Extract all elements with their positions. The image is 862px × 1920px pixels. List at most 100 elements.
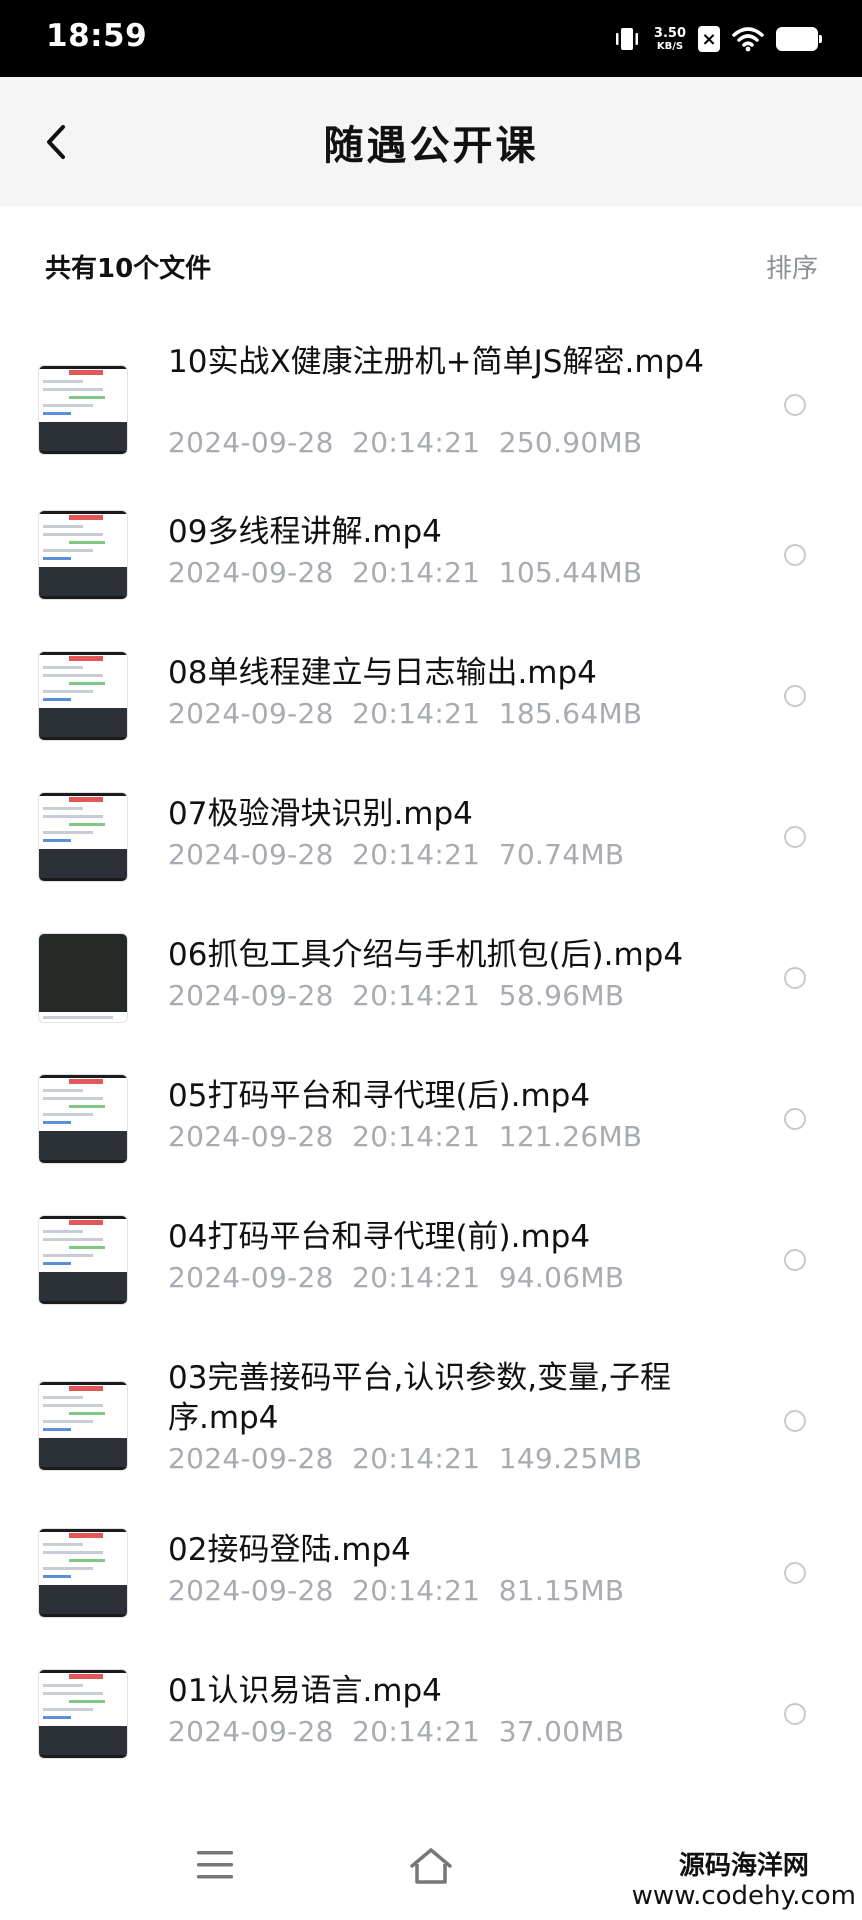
file-meta: 2024-09-28 20:14:21 121.26MB <box>168 1120 642 1153</box>
file-meta: 2024-09-28 20:14:21 94.06MB <box>168 1261 624 1294</box>
file-size: 37.00MB <box>498 1715 625 1748</box>
file-time: 20:14:21 <box>352 1442 481 1475</box>
file-name: 06抓包工具介绍与手机抓包(后).mp4 <box>168 937 684 973</box>
video-thumbnail <box>38 1669 128 1759</box>
file-meta: 2024-09-28 20:14:21 37.00MB <box>168 1715 624 1748</box>
file-name: 07极验滑块识别.mp4 <box>168 796 473 832</box>
file-item[interactable]: 07极验滑块识别.mp4 2024-09-28 20:14:21 70.74MB <box>0 792 862 882</box>
video-thumbnail <box>38 365 128 455</box>
file-date: 2024-09-28 <box>168 697 334 730</box>
watermark-line2: www.codehy.com <box>631 1880 856 1911</box>
file-name: 05打码平台和寻代理(后).mp4 <box>168 1078 591 1114</box>
file-time: 20:14:21 <box>352 556 481 589</box>
file-item[interactable]: 10实战X健康注册机+简单JS解密.mp4 2024-09-28 20:14:21… <box>0 340 862 470</box>
video-thumbnail <box>38 792 128 882</box>
file-item[interactable]: 04打码平台和寻代理(前).mp4 2024-09-28 20:14:21 94.… <box>0 1215 862 1305</box>
file-time: 20:14:21 <box>352 979 481 1012</box>
title-bar: 随遇公开课 <box>0 77 862 206</box>
select-radio[interactable] <box>784 394 806 416</box>
file-size: 58.96MB <box>498 979 625 1012</box>
vibrate-icon <box>615 28 638 50</box>
status-time: 18:59 <box>46 18 148 54</box>
net-speed-value: 3.50 <box>653 25 686 41</box>
select-radio[interactable] <box>784 544 806 566</box>
file-name: 10实战X健康注册机+简单JS解密.mp4 <box>168 344 704 380</box>
file-name: 03完善接码平台,认识参数,变量,子程序.mp4 <box>168 1360 672 1436</box>
video-thumbnail <box>38 1528 128 1618</box>
file-meta: 2024-09-28 20:14:21 149.25MB <box>168 1442 642 1475</box>
file-date: 2024-09-28 <box>168 979 334 1012</box>
file-date: 2024-09-28 <box>168 1574 334 1607</box>
file-meta: 2024-09-28 20:14:21 70.74MB <box>168 838 624 871</box>
file-time: 20:14:21 <box>352 838 481 871</box>
file-time: 20:14:21 <box>352 1261 481 1294</box>
select-radio[interactable] <box>784 1562 806 1584</box>
file-time: 20:14:21 <box>352 1120 481 1153</box>
file-date: 2024-09-28 <box>168 426 334 459</box>
menu-icon[interactable] <box>196 1850 234 1880</box>
file-size: 185.64MB <box>498 697 643 730</box>
video-thumbnail <box>38 1381 128 1471</box>
file-size: 70.74MB <box>498 838 625 871</box>
file-meta: 2024-09-28 20:14:21 105.44MB <box>168 556 642 589</box>
file-date: 2024-09-28 <box>168 838 334 871</box>
net-speed: 3.50 KB/S <box>654 27 686 52</box>
file-name: 04打码平台和寻代理(前).mp4 <box>168 1219 591 1255</box>
file-item[interactable]: 01认识易语言.mp4 2024-09-28 20:14:21 37.00MB <box>0 1669 862 1759</box>
file-date: 2024-09-28 <box>168 1120 334 1153</box>
file-size: 250.90MB <box>498 426 643 459</box>
file-name: 02接码登陆.mp4 <box>168 1532 411 1568</box>
video-thumbnail <box>38 651 128 741</box>
file-item[interactable]: 09多线程讲解.mp4 2024-09-28 20:14:21 105.44MB <box>0 510 862 600</box>
file-size: 81.15MB <box>498 1574 625 1607</box>
select-radio[interactable] <box>784 1108 806 1130</box>
video-thumbnail <box>38 933 128 1023</box>
select-radio[interactable] <box>784 685 806 707</box>
file-item[interactable]: 05打码平台和寻代理(后).mp4 2024-09-28 20:14:21 121… <box>0 1074 862 1164</box>
file-size: 105.44MB <box>498 556 643 589</box>
file-name: 08单线程建立与日志输出.mp4 <box>168 655 597 691</box>
file-date: 2024-09-28 <box>168 1442 334 1475</box>
sort-button[interactable]: 排序 <box>766 248 818 285</box>
status-bar: 18:59 3.50 KB/S × <box>0 0 862 77</box>
select-radio[interactable] <box>784 1249 806 1271</box>
file-size: 149.25MB <box>498 1442 643 1475</box>
video-thumbnail <box>38 1215 128 1305</box>
watermark: 源码海洋网 www.codehy.com <box>631 1851 856 1912</box>
file-time: 20:14:21 <box>352 1715 481 1748</box>
file-meta: 2024-09-28 20:14:21 58.96MB <box>168 979 624 1012</box>
home-icon[interactable] <box>408 1846 454 1886</box>
file-meta: 2024-09-28 20:14:21 250.90MB <box>168 426 642 459</box>
battery-icon <box>776 27 822 51</box>
file-time: 20:14:21 <box>352 1574 481 1607</box>
file-date: 2024-09-28 <box>168 1261 334 1294</box>
net-speed-unit: KB/S <box>656 40 684 52</box>
video-thumbnail <box>38 510 128 600</box>
file-name: 09多线程讲解.mp4 <box>168 514 442 550</box>
file-time: 20:14:21 <box>352 697 481 730</box>
page-title: 随遇公开课 <box>323 123 539 169</box>
no-sim-icon: × <box>698 26 720 52</box>
file-time: 20:14:21 <box>352 426 481 459</box>
file-item[interactable]: 06抓包工具介绍与手机抓包(后).mp4 2024-09-28 20:14:21 … <box>0 933 862 1023</box>
file-meta: 2024-09-28 20:14:21 185.64MB <box>168 697 642 730</box>
wifi-icon <box>732 27 764 52</box>
select-radio[interactable] <box>784 1410 806 1432</box>
file-date: 2024-09-28 <box>168 556 334 589</box>
select-radio[interactable] <box>784 826 806 848</box>
select-radio[interactable] <box>784 967 806 989</box>
file-count: 共有10个文件 <box>45 254 212 284</box>
file-name: 01认识易语言.mp4 <box>168 1673 442 1709</box>
select-radio[interactable] <box>784 1703 806 1725</box>
watermark-line1: 源码海洋网 <box>678 1851 809 1881</box>
file-date: 2024-09-28 <box>168 1715 334 1748</box>
video-thumbnail <box>38 1074 128 1164</box>
file-size: 121.26MB <box>498 1120 643 1153</box>
file-item[interactable]: 08单线程建立与日志输出.mp4 2024-09-28 20:14:21 185.… <box>0 651 862 741</box>
summary-row: 共有10个文件 排序 <box>0 206 862 326</box>
file-item[interactable]: 02接码登陆.mp4 2024-09-28 20:14:21 81.15MB <box>0 1528 862 1618</box>
file-size: 94.06MB <box>498 1261 625 1294</box>
file-meta: 2024-09-28 20:14:21 81.15MB <box>168 1574 624 1607</box>
status-icons: 3.50 KB/S × <box>612 20 822 58</box>
file-item[interactable]: 03完善接码平台,认识参数,变量,子程序.mp4 2024-09-28 20:14… <box>0 1356 862 1486</box>
